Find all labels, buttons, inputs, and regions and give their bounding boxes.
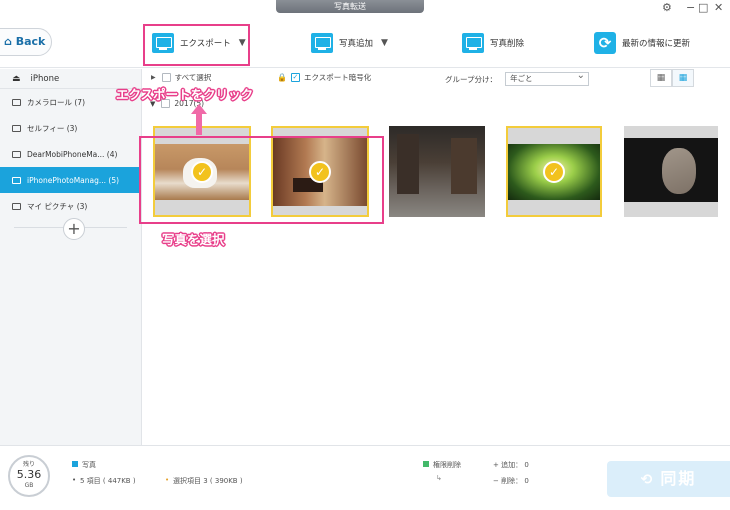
camera-icon bbox=[12, 124, 21, 132]
refresh-label: 最新の情報に更新 bbox=[622, 39, 691, 49]
add-photo-label: 写真追加 bbox=[339, 39, 374, 49]
grid-large-view-button[interactable]: ▦ bbox=[650, 69, 672, 87]
add-album-button[interactable]: + bbox=[63, 218, 85, 240]
expand-arrow-icon[interactable]: ▶ bbox=[151, 74, 156, 81]
toolbar: ⌂ Back エクスポート ▼ 写真追加 ▼ 写真削除 ⟳ 最新の情報に更新 bbox=[0, 18, 730, 68]
album-icon bbox=[12, 150, 21, 158]
home-icon: ⌂ bbox=[4, 35, 12, 48]
squirrel-shape bbox=[662, 148, 696, 194]
sidebar-item-label: DearMobiPhoneMa... (4) bbox=[27, 149, 118, 159]
storage-indicator: 残り 5.36 GB bbox=[8, 455, 50, 497]
annotation-arrow-stem bbox=[196, 113, 202, 135]
sidebar-item-my-pictures[interactable]: マイ ピクチャ (3) bbox=[0, 193, 141, 219]
status-bar: 残り 5.36 GB 写真 • 5 項目 ( 447KB ) • 選択項目 3 … bbox=[0, 445, 730, 510]
photo-image bbox=[389, 126, 485, 217]
sidebar-item-dearmob[interactable]: DearMobiPhoneMa... (4) bbox=[0, 141, 141, 167]
camera-icon bbox=[12, 98, 21, 106]
sidebar-item-label: iPhonePhotoManag... (5) bbox=[27, 175, 120, 185]
title-bar: 写真転送 ⚙ − □ ✕ bbox=[0, 0, 730, 18]
items-count: 5 項目 ( 447KB ) bbox=[80, 477, 136, 485]
photo-thumbnail-squirrel[interactable] bbox=[624, 126, 718, 217]
check-icon: ✓ bbox=[543, 160, 565, 183]
perm-delete-swatch-icon bbox=[423, 461, 429, 469]
sidebar-item-iphonephotomanager[interactable]: iPhonePhotoManag... (5) bbox=[0, 167, 141, 193]
device-name: iPhone bbox=[30, 73, 60, 84]
sidebar-item-label: セルフィー (3) bbox=[27, 123, 78, 133]
storage-value: 5.36 bbox=[16, 468, 42, 481]
refresh-button[interactable]: ⟳ 最新の情報に更新 bbox=[594, 30, 690, 56]
sidebar-item-selfie[interactable]: セルフィー (3) bbox=[0, 115, 141, 141]
group-by-control: グループ分け： 年ごと bbox=[445, 70, 590, 86]
delete-photo-icon bbox=[462, 33, 484, 53]
grid-small-view-button[interactable]: ▦ bbox=[672, 69, 694, 87]
add-count: + 追加： 0 bbox=[493, 461, 529, 469]
sidebar: ⏏ iPhone カメラロール (7) セルフィー (3) DearMobiPh… bbox=[0, 69, 142, 445]
building-shape bbox=[451, 138, 477, 194]
album-icon bbox=[12, 202, 21, 210]
sidebar-item-label: マイ ピクチャ (3) bbox=[27, 201, 88, 211]
encrypt-export-toggle[interactable]: 🔒 ✓ エクスポート暗号化 bbox=[277, 72, 371, 83]
selected-items: 選択項目 3 ( 390KB ) bbox=[173, 477, 243, 485]
dot-icon: • bbox=[72, 476, 77, 484]
back-label: Back bbox=[15, 35, 46, 48]
add-photo-icon bbox=[311, 33, 333, 53]
sync-button[interactable]: ⟲ 同期 bbox=[607, 461, 730, 497]
group-by-select[interactable]: 年ごと bbox=[505, 70, 590, 86]
encrypt-export-label: エクスポート暗号化 bbox=[303, 73, 372, 82]
storage-unit: GB bbox=[24, 482, 34, 489]
sidebar-divider: + bbox=[14, 218, 127, 247]
photo-thumbnail-forest-sunset[interactable]: ✓ bbox=[506, 126, 602, 217]
chevron-down-icon[interactable]: ▼ bbox=[381, 38, 388, 48]
sidebar-item-label: カメラロール (7) bbox=[27, 97, 86, 107]
refresh-icon: ⟳ bbox=[594, 32, 616, 54]
sync-label: 同期 bbox=[660, 469, 697, 488]
building-shape bbox=[397, 134, 419, 194]
select-all-label: すべて選択 bbox=[174, 73, 212, 82]
lock-icon: 🔒 bbox=[277, 73, 287, 82]
return-arrow-icon: ↳ bbox=[436, 474, 442, 482]
encrypt-export-checkbox[interactable]: ✓ bbox=[290, 73, 300, 82]
photo-thumbnail-street-night[interactable] bbox=[389, 126, 485, 217]
eject-icon[interactable]: ⏏ bbox=[12, 74, 21, 84]
album-icon bbox=[12, 176, 21, 184]
select-all-toggle[interactable]: ▶ すべて選択 bbox=[151, 72, 211, 83]
photo-image bbox=[624, 138, 718, 202]
export-highlight-box bbox=[143, 24, 250, 66]
perm-delete-label: 権限削除 bbox=[433, 461, 461, 469]
back-button[interactable]: ⌂ Back bbox=[0, 28, 52, 56]
dot-icon: • bbox=[165, 476, 170, 484]
group-by-label: グループ分け： bbox=[445, 74, 498, 84]
sync-icon: ⟲ bbox=[640, 472, 655, 488]
maximize-icon[interactable]: □ bbox=[698, 2, 708, 14]
delete-photo-button[interactable]: 写真削除 bbox=[462, 30, 524, 56]
select-hint-text: 写真を選択 bbox=[162, 232, 225, 247]
window-title: 写真転送 bbox=[276, 0, 424, 13]
category-label: 写真 bbox=[82, 461, 96, 469]
gear-icon[interactable]: ⚙ bbox=[662, 2, 672, 14]
delete-photo-label: 写真削除 bbox=[490, 39, 525, 49]
photo-selection-highlight-box bbox=[139, 136, 384, 224]
add-photo-button[interactable]: 写真追加 ▼ bbox=[311, 30, 388, 56]
remove-count: − 削除： 0 bbox=[493, 477, 529, 485]
minimize-icon[interactable]: − bbox=[686, 2, 695, 14]
category-swatch-icon bbox=[72, 461, 78, 469]
close-icon[interactable]: ✕ bbox=[714, 2, 723, 14]
export-hint-text: エクスポートをクリック bbox=[116, 87, 254, 102]
select-all-checkbox[interactable] bbox=[161, 73, 171, 82]
